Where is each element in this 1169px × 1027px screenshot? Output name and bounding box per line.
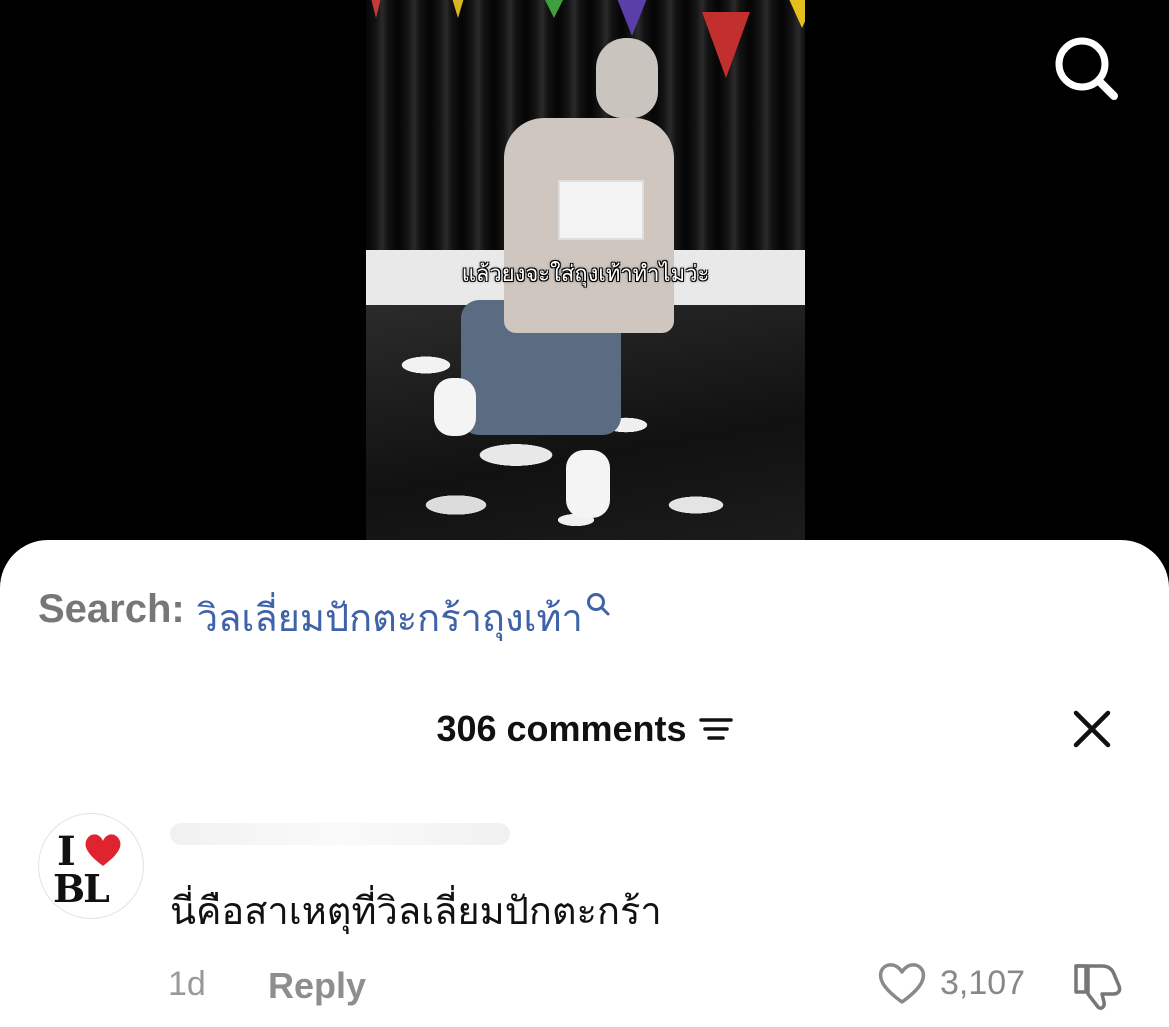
sort-icon[interactable] xyxy=(698,715,733,743)
heart-logo-icon xyxy=(85,834,121,866)
related-search-link[interactable]: Search: วิลเลี่ยมปักตะกร้าถุงเท้า xyxy=(38,587,611,648)
username-redacted[interactable] xyxy=(170,823,510,845)
video-area[interactable]: แล้วยงจะใส่ถุงเท้าทำไมว่ะ xyxy=(0,0,1169,560)
bunting-flag xyxy=(702,12,750,78)
comments-count: 306 comments xyxy=(436,708,687,749)
dislike-button[interactable] xyxy=(1070,960,1126,1012)
close-button[interactable] xyxy=(1068,705,1116,753)
person-sock-left xyxy=(434,378,476,436)
bunting-flag xyxy=(534,0,574,18)
person-sign xyxy=(558,180,644,240)
like-count: 3,107 xyxy=(940,963,1026,1002)
comment-age: 1d xyxy=(168,965,206,1003)
search-label: Search: xyxy=(38,587,185,631)
heart-icon xyxy=(878,963,926,1004)
bunting-flag xyxy=(446,0,470,18)
comments-header: 306 comments xyxy=(0,708,1169,750)
reply-button[interactable]: Reply xyxy=(268,965,366,1007)
person-sock-right xyxy=(566,450,610,518)
like-button[interactable]: 3,107 xyxy=(876,960,1025,1006)
bunting-flag xyxy=(784,0,805,28)
video-caption: แล้วยงจะใส่ถุงเท้าทำไมว่ะ xyxy=(461,262,710,287)
search-icon xyxy=(586,593,610,616)
person-head xyxy=(596,38,658,118)
bunting-flag xyxy=(366,0,386,18)
thumbs-down-icon xyxy=(1074,964,1122,1010)
close-icon xyxy=(1073,710,1111,748)
comment-text: นี่คือสาเหตุที่วิลเลี่ยมปักตะกร้า xyxy=(170,889,662,933)
top-search-button[interactable] xyxy=(1050,32,1122,104)
bunting-flag xyxy=(616,0,648,36)
video-frame[interactable]: แล้วยงจะใส่ถุงเท้าทำไมว่ะ xyxy=(366,0,805,545)
comments-sheet: Search: วิลเลี่ยมปักตะกร้าถุงเท้า 306 co… xyxy=(0,540,1169,1027)
avatar[interactable]: I BL xyxy=(38,813,144,919)
search-icon xyxy=(1055,37,1118,100)
search-term[interactable]: วิลเลี่ยมปักตะกร้าถุงเท้า xyxy=(197,587,583,648)
avatar-logo-text: BL xyxy=(53,866,110,911)
